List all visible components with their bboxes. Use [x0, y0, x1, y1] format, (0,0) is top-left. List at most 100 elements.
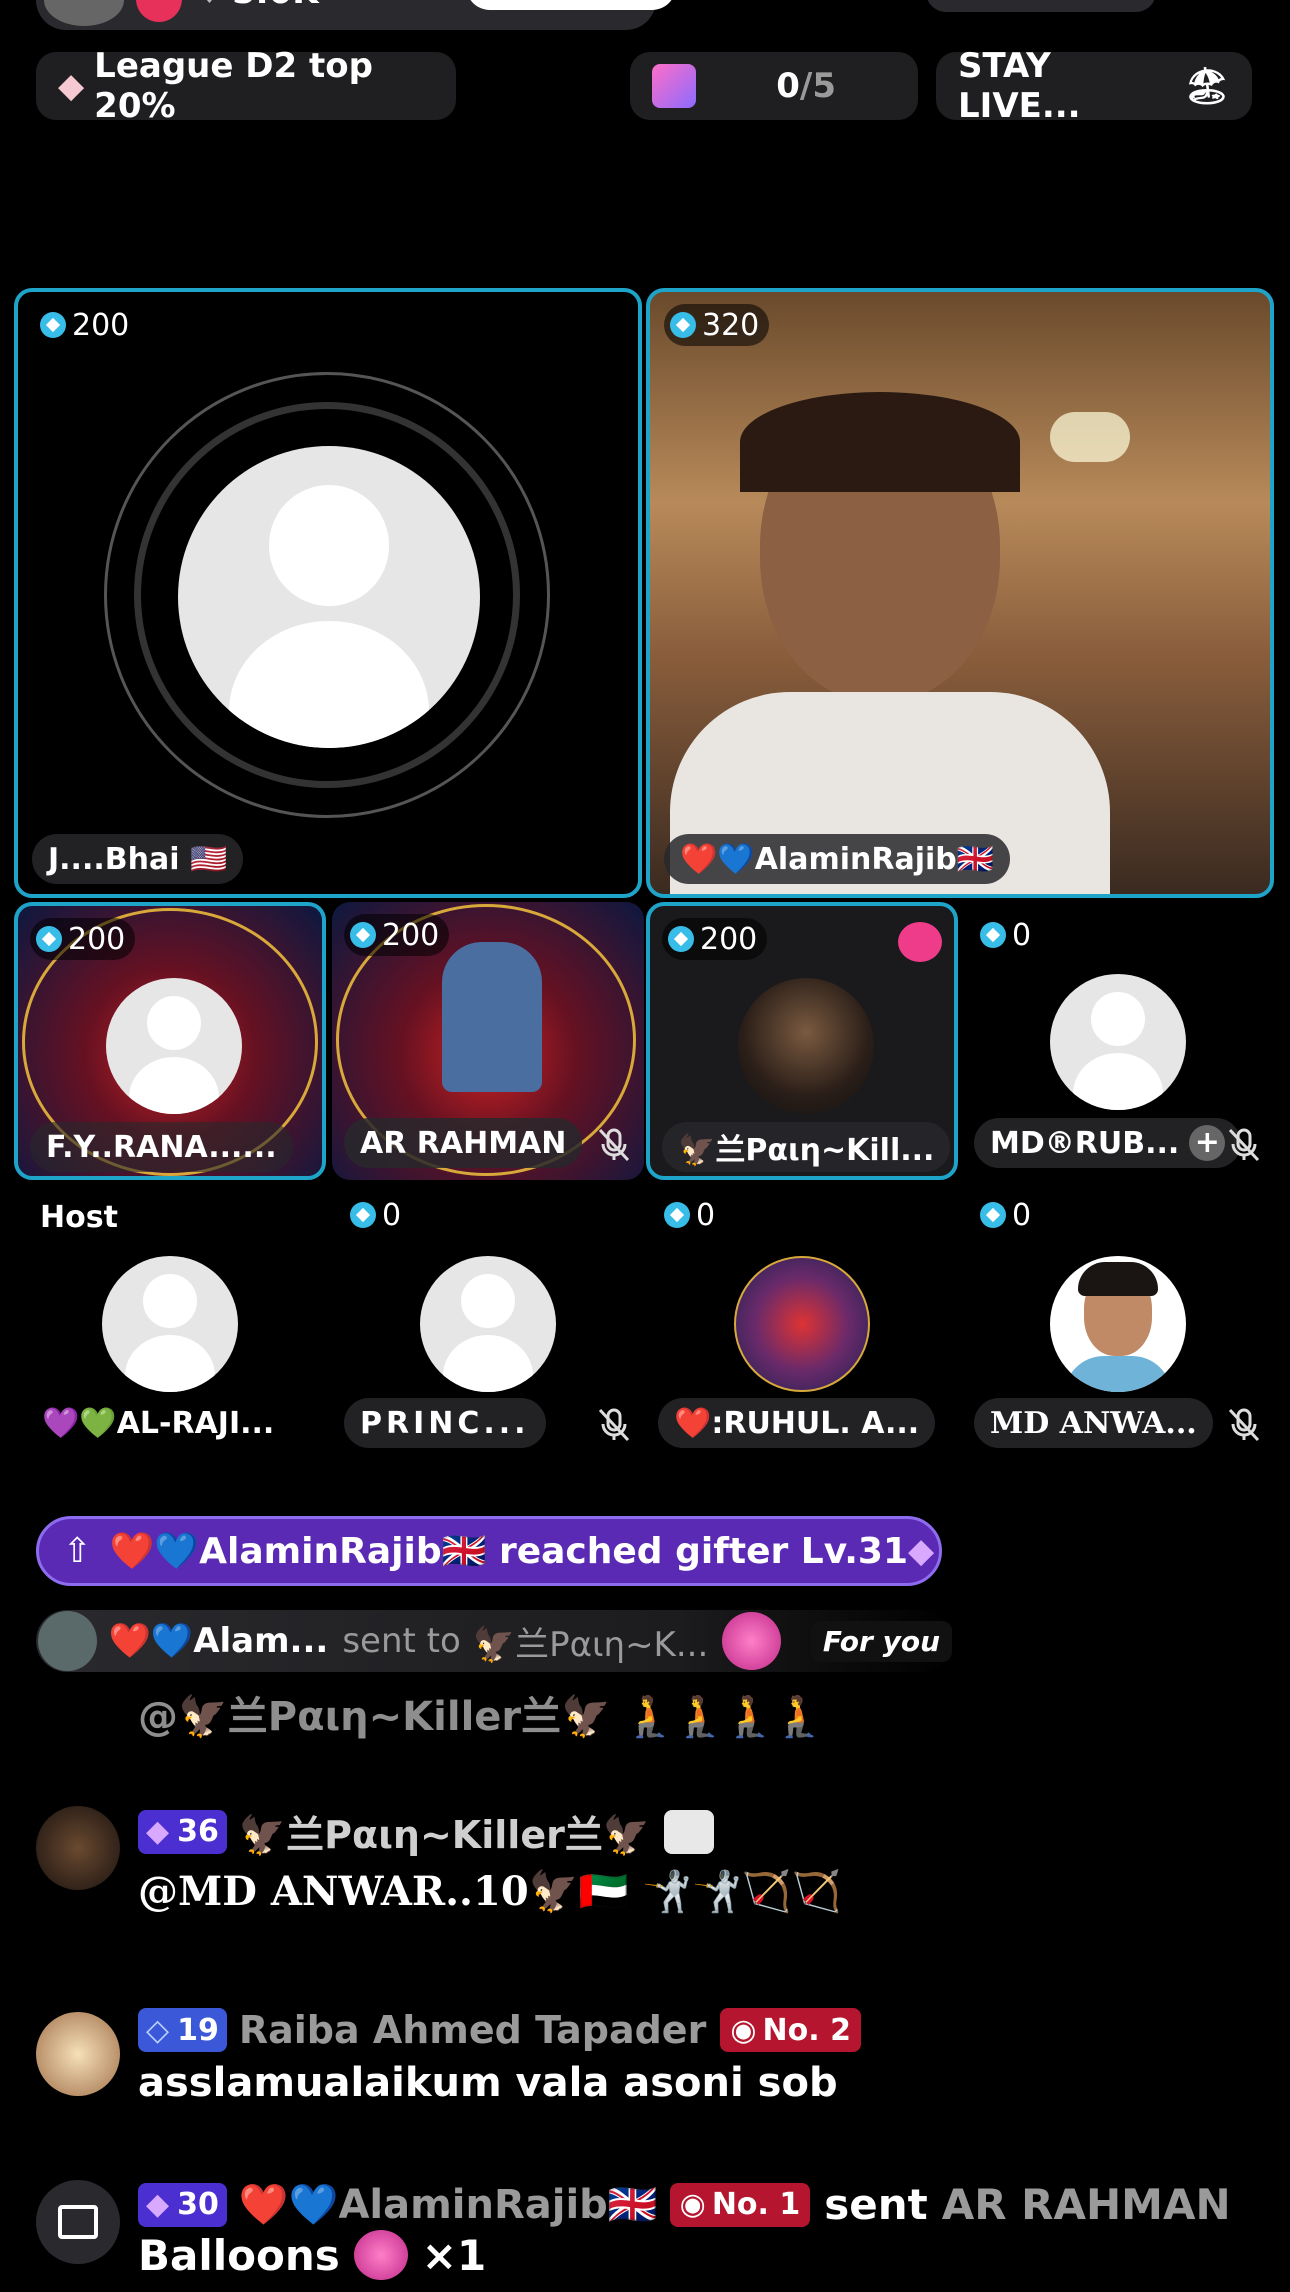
chat-username[interactable]: ❤️💙AlaminRajib🇬🇧	[239, 2181, 658, 2228]
guest-name: MD ANWA...	[974, 1398, 1213, 1448]
chat-message[interactable]: ◇ 19 Raiba Ahmed Tapader ◉ No. 2 asslamual…	[36, 2008, 1256, 2118]
guest-tile-1[interactable]: 200 J....Bhai 🇺🇸	[14, 288, 642, 898]
gem-icon	[668, 926, 694, 952]
guest-name: MD®RUB... +	[974, 1118, 1242, 1168]
guest-name: 💜💚AL-RAJI...	[42, 1405, 275, 1441]
host-info-bar[interactable]: ♥ 5.0K	[36, 0, 676, 30]
gem-icon: ◆	[146, 1814, 170, 1849]
diamond-icon: ◆	[58, 66, 85, 106]
video-person	[670, 392, 1110, 894]
league-badge[interactable]: ◆ League D2 top 20%	[36, 46, 456, 126]
gem-icon: ◆	[908, 1531, 935, 1571]
gem-icon	[350, 922, 376, 948]
gem-icon	[664, 1202, 690, 1228]
rank-badge: ◉ No. 1	[669, 2182, 811, 2227]
rank-badge: ◉ No. 2	[720, 2008, 861, 2052]
chat-username[interactable]: 🦅兰Pαιη~Killer兰🦅	[239, 1804, 650, 1859]
guest-name: F.Y..RANA......	[30, 1122, 293, 1172]
default-avatar	[106, 978, 242, 1114]
guest-tile-7[interactable]: 0 PRINC...	[332, 1182, 644, 1460]
host-avatar	[44, 0, 124, 26]
stay-live-banner[interactable]: STAY LIVE... 🏖	[936, 46, 1252, 126]
chat-gift-message[interactable]: ◆ 30 ❤️💙AlaminRajib🇬🇧 ◉ No. 1 sent AR RAHM…	[36, 2180, 1266, 2292]
sent-to-label: sent to	[342, 1621, 461, 1661]
host-label: Host	[40, 1200, 118, 1235]
guest-name: ❤️💙AlaminRajib🇬🇧	[664, 834, 1011, 884]
gifter-level-badge: ◇ 19	[138, 2008, 227, 2052]
add-friend-icon[interactable]: +	[1189, 1125, 1226, 1161]
gem-icon	[670, 312, 696, 338]
task-progress[interactable]: 0/5	[630, 52, 918, 120]
gift-name: Balloons	[138, 2230, 340, 2280]
user-avatar	[36, 2012, 120, 2096]
guest-name: PRINC...	[344, 1398, 546, 1448]
user-avatar	[36, 1806, 120, 1890]
likes-count: 5.0K	[232, 0, 319, 12]
league-label: League D2 top 20%	[94, 46, 373, 126]
score-badge: 0	[344, 1194, 412, 1236]
chat-mention-line: @🦅兰Pαιη~Killer兰🦅 🧎🧎🧎🧎	[138, 1694, 825, 1740]
gift-count: ×1	[421, 2230, 487, 2280]
gem-icon: ◇	[146, 2012, 170, 2048]
score-badge: 0	[974, 914, 1042, 956]
default-avatar	[1050, 974, 1186, 1110]
mic-muted-icon	[598, 1408, 630, 1442]
sender-avatar	[38, 1611, 97, 1671]
gem-icon	[980, 1202, 1006, 1228]
balloon-gift-icon	[353, 2230, 408, 2280]
host-tile[interactable]: Host 💜💚AL-RAJI...	[14, 1182, 326, 1460]
levelup-text: ❤️💙AlaminRajib🇬🇧 reached gifter Lv.31	[109, 1531, 909, 1572]
for-you-label: For you	[810, 1620, 952, 1662]
guest-tile-2[interactable]: 320 ❤️💙AlaminRajib🇬🇧	[646, 288, 1274, 898]
medal-icon: ◉	[730, 2012, 757, 2048]
gifter-level-badge: ◆ 30	[138, 2182, 227, 2227]
guest-tile-5[interactable]: 200 🦅兰Pαιη~Kill...	[646, 902, 958, 1180]
score-badge: 320	[664, 304, 770, 346]
mic-muted-icon	[136, 0, 182, 22]
default-avatar	[102, 1256, 238, 1392]
guest-tile-4[interactable]: 200 AR RAHMAN	[332, 902, 644, 1180]
guest-tile-3[interactable]: 200 F.Y..RANA......	[14, 902, 326, 1180]
gift-notification[interactable]: ❤️💙Alam... sent to 🦅兰Pαιη~K... For you	[36, 1610, 952, 1672]
guest-name: ❤️:RUHUL. A...	[658, 1398, 936, 1448]
tiktok-icon	[898, 922, 942, 962]
gem-icon	[40, 312, 66, 338]
mic-muted-icon	[598, 1128, 630, 1162]
beach-chair-icon: 🏖	[1184, 66, 1230, 107]
default-avatar	[420, 1256, 556, 1392]
guest-avatar	[734, 1256, 870, 1392]
sent-label: sent	[824, 2180, 928, 2229]
viewer-avatars[interactable]	[926, 0, 1156, 12]
follow-person-icon[interactable]	[664, 1809, 715, 1854]
score-badge: 200	[662, 918, 768, 960]
gift-target: AR RAHMAN	[941, 2180, 1231, 2229]
score-badge: 200	[34, 304, 140, 346]
guest-tile-6[interactable]: 0 MD®RUB... +	[962, 902, 1274, 1180]
balloon-gift-icon	[722, 1612, 781, 1670]
guest-avatar	[738, 978, 874, 1114]
chat-username[interactable]: Raiba Ahmed Tapader	[239, 2008, 707, 2052]
gem-icon	[350, 1202, 376, 1228]
chat-message[interactable]: ◆ 36 🦅兰Pαιη~Killer兰🦅 @MD ANWAR..10🦅🇦🇪 🤺🤺🏹…	[36, 1804, 1256, 1924]
mic-muted-icon	[1228, 1408, 1260, 1442]
levelup-banner: ⇧ ❤️💙AlaminRajib🇬🇧 reached gifter Lv.31 …	[36, 1516, 942, 1586]
default-avatar	[178, 446, 480, 748]
score-badge: 200	[344, 914, 450, 956]
chat-message-text: @MD ANWAR..10🦅🇦🇪 🤺🤺🏹🏹	[138, 1868, 842, 1915]
arrow-up-icon: ⇧	[63, 1531, 92, 1571]
stay-live-label: STAY LIVE...	[958, 46, 1081, 126]
gem-icon: ◆	[146, 2187, 170, 2222]
guest-tile-9[interactable]: 0 MD ANWA...	[962, 1182, 1274, 1460]
gem-icon	[36, 926, 62, 952]
gifter-level-badge: ◆ 36	[138, 1809, 227, 1854]
gift-sender: ❤️💙Alam...	[108, 1621, 329, 1661]
guest-name: AR RAHMAN	[344, 1118, 583, 1168]
follow-button[interactable]	[466, 0, 676, 10]
gift-box-icon	[652, 64, 696, 108]
guest-name: 🦅兰Pαιη~Kill...	[662, 1122, 951, 1172]
guest-name: J....Bhai 🇺🇸	[32, 834, 244, 884]
progress-count: 0/5	[776, 66, 836, 106]
guest-tile-8[interactable]: 0 ❤️:RUHUL. A...	[646, 1182, 958, 1460]
rider-figure	[442, 942, 542, 1092]
score-badge: 200	[30, 918, 136, 960]
